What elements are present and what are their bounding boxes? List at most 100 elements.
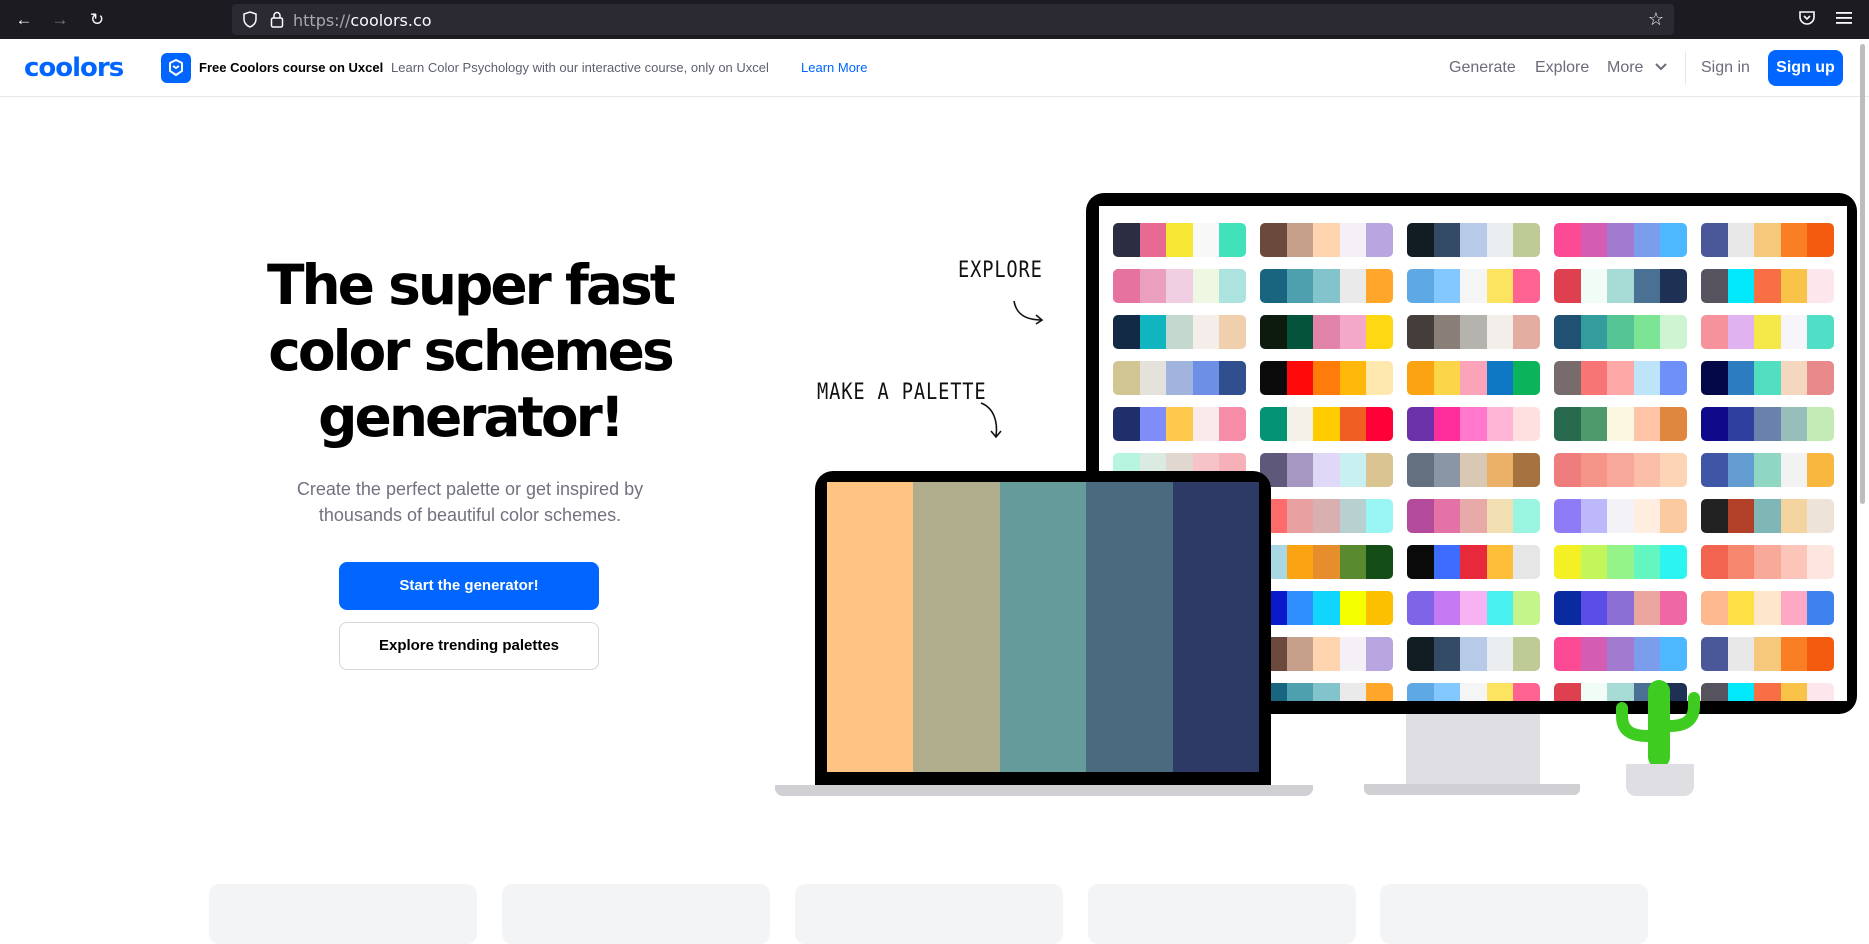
lock-icon[interactable] xyxy=(270,11,284,28)
palette-thumbnail xyxy=(1701,591,1834,625)
palette-swatch xyxy=(1339,407,1367,441)
coolors-logo[interactable]: coolors xyxy=(24,53,124,83)
palette-swatch xyxy=(1807,499,1834,533)
back-icon[interactable]: ← xyxy=(13,9,35,31)
feature-card[interactable] xyxy=(502,884,770,944)
palette-swatch xyxy=(1433,315,1461,349)
address-bar[interactable]: https://coolors.co ☆ xyxy=(232,4,1674,35)
palette-swatch xyxy=(1460,223,1487,257)
palette-swatch xyxy=(1433,407,1461,441)
palette-swatch xyxy=(1780,453,1808,487)
palette-swatch xyxy=(1780,591,1808,625)
palette-swatch xyxy=(1554,545,1581,579)
shield-icon[interactable] xyxy=(242,11,258,28)
palette-swatch xyxy=(1339,269,1367,303)
palette-swatch xyxy=(1486,361,1514,395)
palette-swatch xyxy=(1633,269,1661,303)
hero-title: The super fast color schemes generator! xyxy=(230,252,710,450)
palette-thumbnail xyxy=(1407,223,1540,257)
explore-palettes-button[interactable]: Explore trending palettes xyxy=(339,622,599,670)
learn-more-link[interactable]: Learn More xyxy=(801,60,867,75)
palette-swatch xyxy=(1807,637,1834,671)
nav-generate-link[interactable]: Generate xyxy=(1449,59,1516,77)
page-scrollbar[interactable] xyxy=(1860,44,1865,504)
palette-swatch xyxy=(1607,453,1634,487)
palette-thumbnail xyxy=(1260,545,1393,579)
feature-card[interactable] xyxy=(1380,884,1648,944)
palette-thumbnail xyxy=(1407,361,1540,395)
palette-thumbnail xyxy=(1407,683,1540,701)
palette-swatch xyxy=(1366,407,1393,441)
palette-swatch xyxy=(1633,315,1661,349)
palette-swatch xyxy=(1701,591,1728,625)
reload-icon[interactable]: ↻ xyxy=(86,9,108,31)
bookmark-star-icon[interactable]: ☆ xyxy=(1648,9,1664,30)
start-generator-button[interactable]: Start the generator! xyxy=(339,562,599,610)
sign-in-link[interactable]: Sign in xyxy=(1701,59,1750,77)
palette-swatch xyxy=(1554,683,1581,701)
palette-thumbnail xyxy=(1260,269,1393,303)
palette-swatch xyxy=(1339,361,1367,395)
palette-thumbnail xyxy=(1554,453,1687,487)
palette-swatch xyxy=(1260,269,1287,303)
palette-swatch xyxy=(1633,545,1661,579)
palette-swatch xyxy=(1607,591,1634,625)
palette-swatch xyxy=(1633,637,1661,671)
palette-swatch xyxy=(1513,591,1540,625)
sign-up-button[interactable]: Sign up xyxy=(1768,50,1843,86)
promo-title: Free Coolors course on Uxcel xyxy=(199,60,384,75)
palette-swatch xyxy=(1513,361,1540,395)
hero-title-line-1: The super fast xyxy=(266,253,676,317)
palette-thumbnail xyxy=(1113,223,1246,257)
palette-thumbnail xyxy=(1701,223,1834,257)
palette-swatch xyxy=(1313,545,1340,579)
palette-swatch xyxy=(1407,499,1434,533)
palette-swatch xyxy=(1633,499,1661,533)
palette-swatch xyxy=(1780,683,1808,701)
feature-card[interactable] xyxy=(209,884,477,944)
palette-swatch xyxy=(1313,453,1340,487)
palette-swatch xyxy=(1433,499,1461,533)
palette-swatch xyxy=(1486,407,1514,441)
hero-subtitle-line-2: thousands of beautiful color schemes. xyxy=(318,505,622,525)
nav-explore-link[interactable]: Explore xyxy=(1535,59,1589,77)
palette-swatch xyxy=(1113,223,1140,257)
palette-thumbnail xyxy=(1701,315,1834,349)
palette-swatch xyxy=(1701,407,1728,441)
palette-swatch xyxy=(1166,269,1193,303)
pocket-icon[interactable] xyxy=(1798,9,1816,27)
palette-thumbnail xyxy=(1113,269,1246,303)
palette-swatch xyxy=(1486,453,1514,487)
palette-swatch xyxy=(1313,361,1340,395)
monitor-base xyxy=(1364,784,1580,795)
feature-card[interactable] xyxy=(1088,884,1356,944)
palette-swatch xyxy=(1554,223,1581,257)
palette-thumbnail xyxy=(1554,315,1687,349)
menu-icon[interactable] xyxy=(1835,10,1853,26)
forward-icon[interactable]: → xyxy=(49,9,71,31)
palette-swatch xyxy=(1286,361,1314,395)
palette-thumbnail xyxy=(1407,591,1540,625)
palette-swatch xyxy=(1113,407,1140,441)
palette-swatch xyxy=(1554,315,1581,349)
palette-swatch xyxy=(1486,637,1514,671)
palette-swatch xyxy=(1607,361,1634,395)
palette-thumbnail xyxy=(1260,315,1393,349)
explore-label: EXPLORE xyxy=(958,258,1043,283)
nav-more-link[interactable]: More xyxy=(1607,59,1668,77)
palette-swatch xyxy=(1339,499,1367,533)
palette-thumbnail xyxy=(1554,407,1687,441)
palette-thumbnail xyxy=(1407,269,1540,303)
palette-swatch xyxy=(1807,545,1834,579)
palette-swatch xyxy=(1219,223,1246,257)
palette-swatch xyxy=(1313,591,1340,625)
palette-swatch xyxy=(1607,269,1634,303)
palette-swatch xyxy=(1433,453,1461,487)
palette-thumbnail xyxy=(1407,453,1540,487)
palette-thumbnail xyxy=(1407,315,1540,349)
palette-swatch xyxy=(1407,591,1434,625)
palette-swatch xyxy=(1166,361,1193,395)
palette-swatch xyxy=(1286,637,1314,671)
palette-swatch xyxy=(1460,637,1487,671)
feature-card[interactable] xyxy=(795,884,1063,944)
